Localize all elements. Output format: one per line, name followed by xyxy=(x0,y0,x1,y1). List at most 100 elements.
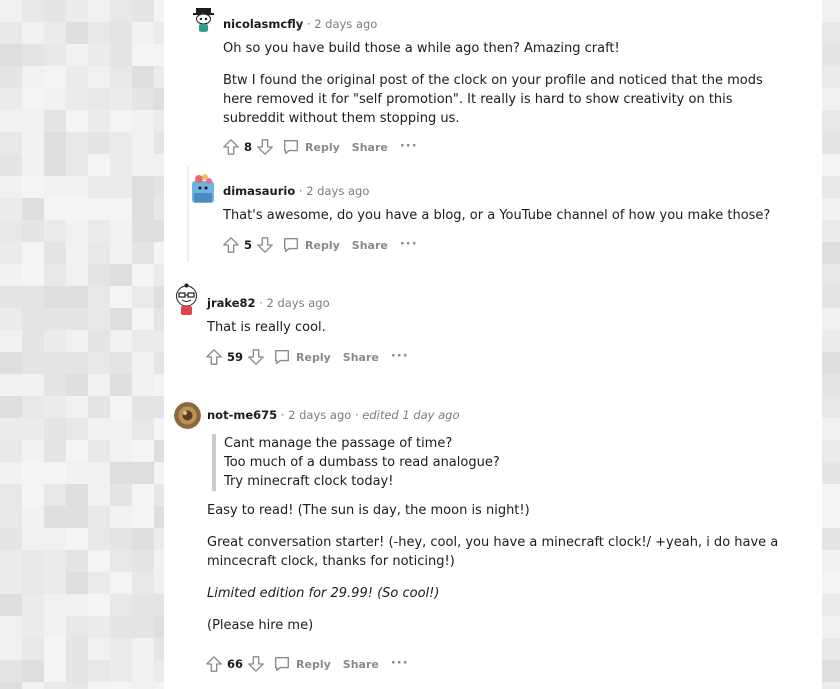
comment-body: That is really cool. xyxy=(207,318,767,337)
avatar[interactable] xyxy=(191,173,218,203)
background-pixel xyxy=(22,594,44,616)
upvote-icon[interactable] xyxy=(205,348,223,366)
username[interactable]: not-me675 xyxy=(207,408,277,422)
background-pixel xyxy=(22,418,44,440)
background-pixel xyxy=(110,264,132,286)
background-pixel xyxy=(154,528,164,550)
comment-actions: 8 Reply Share ··· xyxy=(222,137,418,157)
avatar[interactable] xyxy=(190,5,217,32)
background-pixel xyxy=(44,660,66,682)
snoo-avatar-icon xyxy=(192,174,214,203)
background-pixel xyxy=(110,242,132,264)
reply-button[interactable]: Reply xyxy=(273,348,331,366)
comment-paragraph: Easy to read! (The sun is day, the moon … xyxy=(207,503,530,518)
background-pixel xyxy=(66,66,88,88)
background-pixel xyxy=(132,638,154,660)
background-pixel xyxy=(0,616,22,638)
background-pixel xyxy=(44,528,66,550)
downvote-icon[interactable] xyxy=(256,236,274,254)
background-pixel xyxy=(66,616,88,638)
background-pixel xyxy=(154,352,164,374)
thread-line[interactable] xyxy=(187,166,189,262)
background-pixel xyxy=(0,352,22,374)
background-pixel xyxy=(44,198,66,220)
username[interactable]: dimasaurio xyxy=(223,184,295,198)
background-pixel xyxy=(66,286,88,308)
reply-button[interactable]: Reply xyxy=(282,138,340,156)
background-pixel xyxy=(0,638,22,660)
background-pixel xyxy=(0,462,22,484)
background-pixel xyxy=(132,286,154,308)
avatar[interactable] xyxy=(173,283,200,315)
background-pixel xyxy=(0,220,22,242)
share-button[interactable]: Share xyxy=(343,658,379,671)
background-pixel xyxy=(154,0,164,22)
background-pixel xyxy=(132,374,154,396)
background-pixel xyxy=(22,176,44,198)
username[interactable]: nicolasmcfly xyxy=(223,17,303,31)
background-pixel xyxy=(822,0,840,22)
background-pixel xyxy=(22,0,44,22)
username[interactable]: jrake82 xyxy=(207,296,256,310)
background-pixel xyxy=(822,594,840,616)
downvote-icon[interactable] xyxy=(256,138,274,156)
background-pixel xyxy=(132,660,154,682)
background-pixel xyxy=(22,22,44,44)
more-options-button[interactable]: ··· xyxy=(400,140,418,153)
downvote-icon[interactable] xyxy=(247,348,265,366)
background-pixel xyxy=(154,220,164,242)
background-pixel xyxy=(822,616,840,638)
background-pixel xyxy=(22,110,44,132)
background-pixel xyxy=(110,66,132,88)
background-pixel xyxy=(110,616,132,638)
share-button[interactable]: Share xyxy=(352,141,388,154)
background-pixel xyxy=(44,462,66,484)
background-pixel xyxy=(88,682,110,689)
background-pixel xyxy=(88,220,110,242)
timestamp[interactable]: 2 days ago xyxy=(266,296,329,310)
background-pixel xyxy=(44,0,66,22)
background-pixel xyxy=(132,462,154,484)
background-pixel xyxy=(110,638,132,660)
comment-actions: 59 Reply Share ··· xyxy=(205,347,409,367)
background-pixel xyxy=(110,220,132,242)
upvote-icon[interactable] xyxy=(222,236,240,254)
background-pixel xyxy=(44,308,66,330)
comment-header: jrake82 · 2 days ago xyxy=(207,296,330,310)
timestamp[interactable]: 2 days ago xyxy=(288,408,351,422)
more-options-button[interactable]: ··· xyxy=(400,238,418,251)
downvote-icon[interactable] xyxy=(247,655,265,673)
share-button[interactable]: Share xyxy=(352,239,388,252)
background-pixel xyxy=(44,22,66,44)
upvote-icon[interactable] xyxy=(222,138,240,156)
more-options-button[interactable]: ··· xyxy=(391,350,409,363)
background-pixel xyxy=(0,242,22,264)
timestamp[interactable]: 2 days ago xyxy=(306,184,369,198)
background-pixel xyxy=(154,330,164,352)
background-pixel xyxy=(822,572,840,594)
upvote-icon[interactable] xyxy=(205,655,223,673)
background-pixel xyxy=(88,506,110,528)
reply-button[interactable]: Reply xyxy=(273,655,331,673)
avatar[interactable] xyxy=(174,402,201,429)
background-pixel xyxy=(22,352,44,374)
background-pixel xyxy=(0,0,22,22)
background-pixel xyxy=(22,506,44,528)
background-pixel xyxy=(66,396,88,418)
background-pixel xyxy=(0,264,22,286)
background-pixel xyxy=(132,352,154,374)
comment-actions: 66 Reply Share ··· xyxy=(205,654,409,674)
background-pixel xyxy=(154,132,164,154)
share-button[interactable]: Share xyxy=(343,351,379,364)
timestamp[interactable]: 2 days ago xyxy=(314,17,377,31)
background-pixel xyxy=(0,176,22,198)
background-pixel xyxy=(0,484,22,506)
background-pixel xyxy=(88,242,110,264)
background-pixel xyxy=(154,506,164,528)
more-options-button[interactable]: ··· xyxy=(391,657,409,670)
background-pixel xyxy=(44,440,66,462)
background-pixel xyxy=(154,286,164,308)
vote-score: 5 xyxy=(244,238,253,252)
reply-button[interactable]: Reply xyxy=(282,236,340,254)
background-pixel xyxy=(154,22,164,44)
